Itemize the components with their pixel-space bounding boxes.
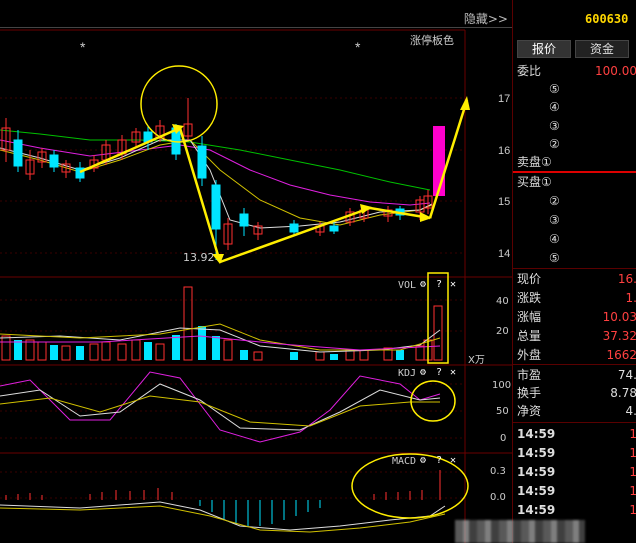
- tick-value: 1: [629, 446, 636, 460]
- buy-level: ②: [549, 194, 560, 208]
- gear-icon[interactable]: ⚙: [420, 279, 426, 290]
- question-icon[interactable]: ?: [436, 455, 442, 466]
- close-icon[interactable]: ✕: [450, 455, 456, 466]
- sell-level: ②: [549, 137, 560, 151]
- stat-value: 8.78: [610, 386, 636, 400]
- vol-label: VOL: [398, 280, 417, 291]
- weibi-label: 委比: [517, 64, 542, 78]
- macd-cyan-bars: [199, 500, 321, 526]
- vol-axis-tick: 40: [496, 296, 509, 307]
- stat-label: 外盘: [517, 348, 542, 362]
- ma-line-green: [0, 129, 431, 191]
- tick-value: 1: [629, 427, 636, 441]
- price-tick: 15: [498, 196, 510, 208]
- kdj-axis-tick: 50: [496, 406, 509, 417]
- stat-label: 涨跌: [517, 291, 542, 305]
- stat-label: 涨幅: [517, 310, 542, 324]
- price-tick: 14: [498, 248, 510, 260]
- vol-axis-tick: 20: [496, 326, 509, 337]
- close-icon[interactable]: ✕: [450, 367, 456, 378]
- macd-label: MACD: [392, 456, 417, 467]
- stat-value: 16.: [617, 272, 636, 286]
- macd-axis-tick: 0.3: [490, 466, 506, 477]
- buy-level: ③: [549, 213, 560, 227]
- sell-level: ③: [549, 119, 560, 133]
- stat-label: 现价: [517, 272, 542, 286]
- question-icon[interactable]: ?: [436, 367, 442, 378]
- tick-time: 14:59: [517, 427, 556, 441]
- quote-tabs: 报价 资金: [517, 40, 636, 58]
- kdj-axis-tick: 100: [492, 380, 512, 391]
- weibi-value: 100.00: [595, 64, 636, 78]
- tick-time: 14:59: [517, 446, 556, 460]
- annotation-arrows: [79, 65, 469, 264]
- stat-value: 4.: [625, 404, 636, 418]
- low-price-label: 13.92: [183, 251, 215, 264]
- tab-funds[interactable]: 资金: [575, 40, 629, 58]
- quote-panel: 600630 报价 资金 委比 100.00 ⑤ ④ ③ ② 卖盘① 买盘① ②…: [512, 0, 636, 543]
- stat-value: 1662: [606, 348, 636, 362]
- vol-unit: X万: [468, 355, 485, 366]
- tick-value: 1: [629, 503, 636, 517]
- buy1-label: 买盘①: [517, 175, 552, 189]
- kdj-highlight-circle: [410, 380, 456, 422]
- stat-value: 10.03: [602, 310, 636, 324]
- kdj-label: KDJ: [398, 368, 417, 379]
- stock-code: 600630: [585, 12, 629, 26]
- weibi-row: 委比 100.00: [517, 62, 636, 80]
- stat-value: 1.: [625, 291, 636, 305]
- question-icon[interactable]: ?: [436, 279, 442, 290]
- chart-area[interactable]: 隐藏>> 涨停板色 * * 13.92 17 16 15 14 VOL ⚙ ? …: [0, 0, 512, 543]
- stat-label: 净资: [517, 404, 542, 418]
- stat-label: 市盈: [517, 368, 542, 382]
- sell-level: ④: [549, 100, 560, 114]
- star-mark: *: [355, 39, 361, 55]
- tick-time: 14:59: [517, 465, 556, 479]
- buy-level: ④: [549, 232, 560, 246]
- stat-label: 换手: [517, 386, 542, 400]
- sell-level: ⑤: [549, 82, 560, 96]
- tab-quote[interactable]: 报价: [517, 40, 571, 58]
- stat-value: 74.: [617, 368, 636, 382]
- sell1-label: 卖盘①: [517, 155, 552, 169]
- macd-red-bars: [5, 470, 441, 500]
- stat-value: 37.32: [602, 329, 636, 343]
- tick-time: 14:59: [517, 503, 556, 517]
- tick-value: 1: [629, 484, 636, 498]
- tick-time: 14:59: [517, 484, 556, 498]
- tick-value: 1: [629, 465, 636, 479]
- price-tick: 16: [498, 145, 510, 157]
- gear-icon[interactable]: ⚙: [420, 455, 426, 466]
- buy-level: ⑤: [549, 251, 560, 265]
- price-tick: 17: [498, 93, 510, 105]
- kdj-axis-tick: 0: [500, 433, 507, 444]
- star-mark: *: [80, 39, 86, 55]
- gear-icon[interactable]: ⚙: [420, 367, 426, 378]
- watermark-blur: [455, 520, 585, 543]
- stat-label: 总量: [517, 329, 542, 343]
- macd-axis-tick: 0.0: [490, 492, 506, 503]
- close-icon[interactable]: ✕: [450, 279, 456, 290]
